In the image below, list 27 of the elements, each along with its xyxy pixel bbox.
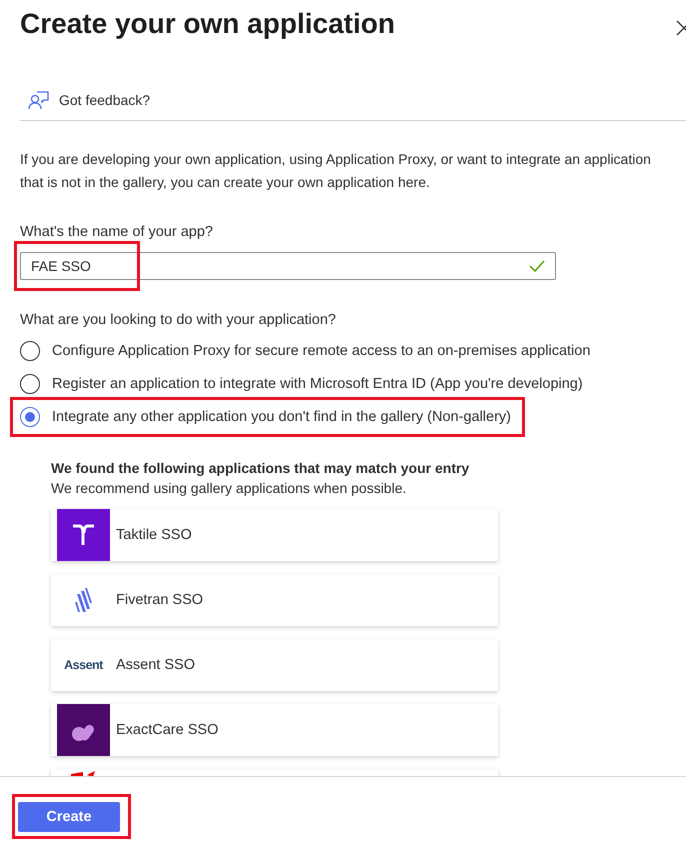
option-label[interactable]: Integrate any other application you don't find in the gallery (Non-gallery) [52, 409, 511, 425]
feedback-icon[interactable] [28, 90, 50, 110]
app-card[interactable]: Taktile SSO [51, 509, 498, 561]
intro-text: If you are developing your own application, using Application Proxy, or want to integrate an application that is not in the gallery, you can create your own application here. [20, 150, 652, 192]
app-name: Assent SSO [116, 657, 195, 673]
question-label: What are you looking to do with your application? [20, 312, 337, 328]
app-name: Taktile SSO [116, 527, 192, 543]
field-label: What's the name of your app? [20, 224, 214, 240]
radio-button[interactable] [20, 374, 40, 394]
feedback-link[interactable]: Got feedback? [59, 92, 150, 108]
app-card[interactable]: Fivetran SSO [51, 574, 498, 626]
app-name-field[interactable]: FAE SSO [20, 252, 556, 280]
app-card[interactable]: ExactCare SSO [51, 704, 498, 756]
app-name: Fivetran SSO [116, 592, 204, 608]
radio-button[interactable] [20, 407, 40, 427]
matches-heading: We found the following applications that may match your entry [51, 460, 470, 476]
y-shaped-logo-icon [57, 509, 110, 561]
option-label[interactable]: Register an application to integrate with Microsoft Entra ID (App you're developing) [52, 376, 583, 392]
app-card[interactable]: Assent Assent SSO [51, 639, 498, 691]
radio-button[interactable] [20, 341, 40, 361]
panel-title: Create your own application [20, 7, 395, 41]
create-button[interactable]: Create [18, 802, 120, 832]
logo-text: Assent [63, 658, 104, 672]
matches-subheading: We recommend using gallery applications when possible. [51, 480, 408, 496]
app-name: ExactCare SSO [116, 722, 218, 738]
option-label[interactable]: Configure Application Proxy for secure remote access to an on-premises application [52, 343, 590, 359]
pill-logo-icon [57, 704, 110, 756]
